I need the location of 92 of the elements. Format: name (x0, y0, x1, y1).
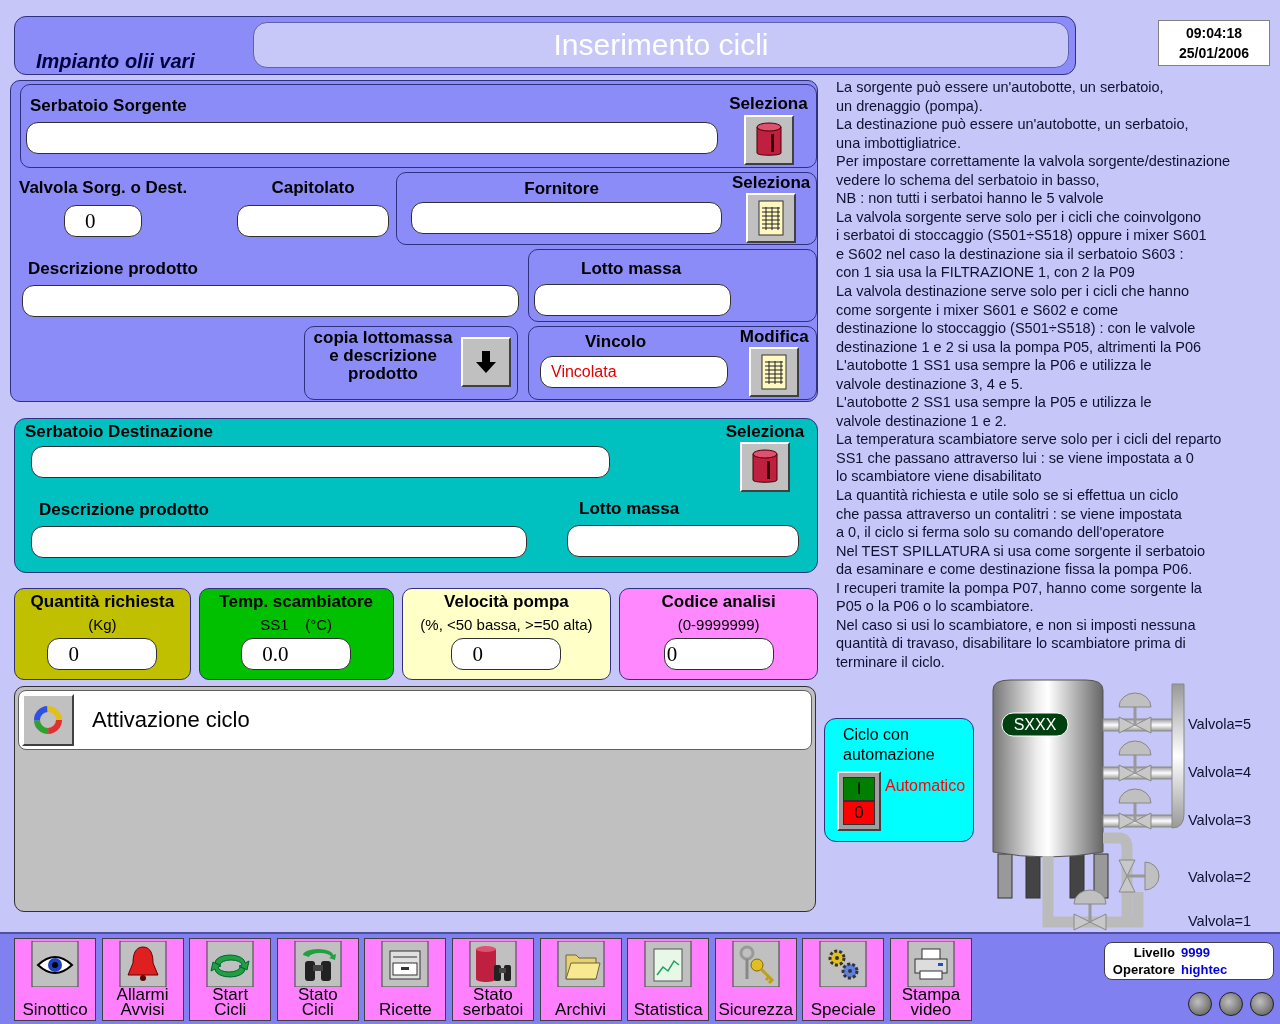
unit-text: (Kg) (88, 616, 117, 633)
valve-field[interactable]: 0 (64, 205, 142, 237)
down-arrow-icon (476, 351, 496, 373)
operator-label: Operatore (1111, 962, 1176, 977)
field-label: Serbatoio Sorgente (30, 96, 187, 116)
help-text: La sorgente può essere un'autobotte, un serbatoio, un drenaggio (pompa). La destinazione può essere un'autobotte, un serbatoio, una imbottigliatrice. Per impostare correttamente la valvola sorgente/destinazione vedere lo schema del serbatoio in basso, NB : non tutti i serbatoi hanno le 5 valvole La valvola sorgente serve solo per i cicli che coinvolgono i serbatoi di stoccaggio (S501÷S518) oppure i mixer S601 e S602 nel caso la destinazione sia il serbatoio S603 : con 1 sia usa la FILTRAZIONE 1, con 2 la P09 La valvola destinazione serve solo per i cicli che hanno come sorgente i mixer S601 e S602 e come destinazione lo stoccaggio (S501÷S518) : con le valvole destinazione 1 e 2 si usa la pompa P05, altrimenti la P06 L'autobotte 1 SS1 usa sempre la P06 e utilizza le valvole destinazione 3, 4 e 5. L'autobotte 2 SS1 usa sempre la P05 e utilizza le valvole destinazione 1 e 2. La temperatura scambiatore serve solo per i cicli del reparto SS1 che passano attraverso lui : se viene impostata a 0 lo scambiatore viene disabilitato La quantità richiesta e utile solo se si effettua un ciclo che passa attraverso un contalitri : se viene impostata a 0, il ciclo si ferma solo su comando dell'operatore Nel TEST SPILLATURA si usa come sorgente il serbatoio da esaminare e come destinazione fissa la pompa P06. I recuperi tramite la pompa P07, hanno come sorgente la P05 o la P06 o lo scambiatore. Nel caso si usi lo scambiatore, e non si imposti nessuna quantità di travaso, disabilitare lo scambiatore prima di terminare il ciclo. (835, 78, 1232, 672)
eye-icon (31, 941, 79, 987)
description-field[interactable] (31, 526, 527, 558)
field-label: Vincolo (585, 332, 647, 352)
select-label: Seleziona (731, 173, 811, 193)
valve-label: Valvola=5 (1188, 715, 1251, 732)
document-icon (758, 200, 785, 236)
circular-arrows-icon (206, 941, 255, 987)
toolbar-button[interactable]: Statistica (627, 938, 710, 1021)
field-label: Lotto massa (579, 499, 680, 519)
field-label: Valvola Sorg. o Dest. (19, 178, 188, 198)
file-drawer-icon (381, 941, 430, 987)
automation-switch[interactable]: I 0 (837, 770, 881, 831)
toolbar-button[interactable]: Start Cicli (189, 938, 272, 1021)
description-field[interactable] (22, 285, 519, 317)
destination-tank-field[interactable] (31, 446, 610, 478)
binoculars-icon (293, 941, 342, 987)
cylinder-icon (755, 122, 782, 158)
level-label: Livello (1132, 945, 1176, 960)
toolbar-button[interactable]: Archivi (539, 938, 622, 1021)
valve-label: Valvola=1 (1188, 912, 1251, 929)
toolbar-button[interactable]: Ricette (364, 938, 447, 1021)
automation-title: Ciclo con automazione (842, 724, 936, 765)
parameter-label: Codice analisi (661, 592, 776, 612)
field-label: Capitolato (271, 178, 355, 198)
toolbar-button[interactable]: Stato Cicli (276, 938, 359, 1021)
plant-name: Impianto olii vari (36, 50, 196, 74)
toolbar-button[interactable]: Sinottico (14, 938, 96, 1021)
tank-name-label: SXXX (1001, 712, 1069, 736)
parameter-field[interactable]: 0 (451, 638, 562, 670)
document-icon (761, 354, 788, 390)
field-label: Fornitore (524, 179, 599, 199)
parameter-label: Velocità pompa (444, 592, 569, 612)
toolbar-button[interactable]: Stampa video (889, 938, 972, 1021)
date-text: 25/01/2006 (1178, 45, 1250, 61)
toolbar-button[interactable]: Allarmi Avvisi (101, 938, 184, 1021)
toolbar-button[interactable]: Stato serbatoi (451, 938, 534, 1021)
indicator-light (1250, 992, 1274, 1016)
bell-icon (118, 941, 167, 987)
parameter-field[interactable]: 0.0 (241, 638, 352, 670)
valve-label: Valvola=3 (1188, 811, 1251, 828)
batch-field[interactable] (567, 525, 799, 557)
unit-text: SS1 (°C) (260, 616, 333, 633)
mode-text: Automatico (885, 776, 966, 796)
field-label: Serbatoio Destinazione (25, 422, 213, 442)
batch-field[interactable] (534, 284, 731, 316)
time-text: 09:04:18 (1185, 25, 1242, 41)
valve-label: Valvola=2 (1188, 868, 1251, 885)
edit-label: Modifica (739, 327, 809, 347)
field-label: Descrizione prodotto (39, 500, 209, 520)
gears-icon (819, 941, 868, 987)
toolbar-button[interactable]: Sicurezza (714, 938, 797, 1021)
source-tank-field[interactable] (26, 122, 718, 154)
parameter-label: Quantità richiesta (30, 592, 175, 612)
keys-icon (731, 941, 780, 987)
spec-field[interactable] (237, 205, 389, 237)
level-value: 9999 (1181, 945, 1211, 960)
parameter-field[interactable]: 0 (47, 638, 158, 670)
select-tank-button[interactable] (740, 442, 790, 492)
select-supplier-button[interactable] (746, 193, 797, 243)
field-label: Lotto massa (581, 259, 682, 279)
folder-icon (556, 941, 605, 987)
colorful-ring-icon (32, 704, 64, 736)
select-label: Seleziona (725, 422, 805, 442)
operator-value: hightec (1181, 962, 1229, 977)
indicator-light (1188, 992, 1212, 1016)
parameter-field[interactable]: 0 (663, 638, 774, 670)
select-label: Seleziona (729, 94, 808, 114)
toolbar-button[interactable]: Speciale (802, 938, 885, 1021)
copy-label: copia lottomassa e descrizione prodotto (312, 329, 454, 385)
copy-down-button[interactable] (461, 337, 511, 387)
printer-icon (906, 941, 955, 987)
indicator-light (1219, 992, 1243, 1016)
select-tank-button[interactable] (743, 115, 794, 165)
unit-text: (0-9999999) (677, 616, 760, 633)
activate-cycle-button[interactable] (22, 694, 74, 746)
field-label: Descrizione prodotto (28, 259, 198, 279)
edit-constraint-button[interactable] (749, 347, 800, 397)
constraint-field[interactable]: Vincolata (540, 356, 728, 388)
activation-label: Attivazione ciclo (92, 707, 250, 733)
valve-label: Valvola=4 (1188, 763, 1251, 780)
line-chart-icon (644, 941, 693, 987)
parameter-label: Temp. scambiatore (219, 592, 373, 612)
cylinder-icon (752, 449, 778, 485)
unit-text: (%, <50 bassa, >=50 alta) (420, 616, 593, 633)
tank-binoculars-icon (468, 941, 517, 987)
supplier-field[interactable] (411, 202, 723, 234)
